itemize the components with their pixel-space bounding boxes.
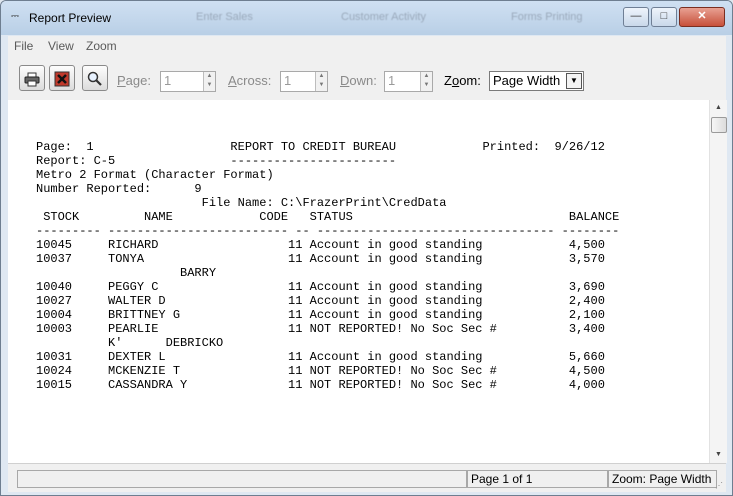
report-column-headers: STOCK NAME CODE STATUS BALANCE: [36, 210, 620, 224]
scroll-thumb[interactable]: [711, 117, 727, 133]
close-button[interactable]: ✕: [679, 7, 725, 27]
page-input[interactable]: 1: [164, 73, 171, 88]
report-row: 10024 MCKENZIE T 11 NOT REPORTED! No Soc…: [36, 364, 605, 378]
scroll-down-icon[interactable]: ▼: [710, 447, 727, 463]
report-row: 10040 PEGGY C 11 Account in good standin…: [36, 280, 605, 294]
report-row: 10037 TONYA 11 Account in good standing …: [36, 252, 605, 266]
background-window-title: Enter Sales: [196, 11, 253, 23]
across-spinner[interactable]: 1 ▲ ▼: [280, 71, 328, 92]
report-format-line: Metro 2 Format (Character Format): [36, 168, 274, 182]
status-panel-empty: [17, 470, 467, 488]
report-row: 10027 WALTER D 11 Account in good standi…: [36, 294, 605, 308]
report-row: 10045 RICHARD 11 Account in good standin…: [36, 238, 605, 252]
spinner-arrows-icon[interactable]: ▲ ▼: [420, 72, 432, 91]
app-icon: ⎓: [11, 11, 19, 22]
report-preview-window: ⎓ Report Preview Enter Sales Customer Ac…: [0, 0, 733, 496]
vertical-scrollbar[interactable]: ▲ ▼: [709, 100, 727, 463]
report-row: 10004 BRITTNEY G 11 Account in good stan…: [36, 308, 605, 322]
report-row: 10003 PEARLIE 11 NOT REPORTED! No Soc Se…: [36, 322, 605, 336]
report-separator: --------- ------------------------- -- -…: [36, 224, 620, 238]
report-page: Page: 1 REPORT TO CREDIT BUREAU Printed:…: [8, 100, 709, 463]
maximize-button[interactable]: □: [651, 7, 677, 27]
stop-button[interactable]: [49, 65, 75, 91]
report-row: 10031 DEXTER L 11 Account in good standi…: [36, 350, 605, 364]
toolbar: Page: 1 ▲ ▼ Across: 1 ▲ ▼ Down: 1 ▲ ▼ Zoom:…: [8, 56, 726, 101]
window-title: Report Preview: [29, 11, 112, 25]
down-label: Down:: [340, 73, 377, 88]
title-bar: ⎓ Report Preview Enter Sales Customer Ac…: [1, 1, 732, 35]
down-input[interactable]: 1: [388, 73, 395, 88]
report-count-line: Number Reported: 9: [36, 182, 202, 196]
across-label: Across:: [228, 73, 272, 88]
down-spinner[interactable]: 1 ▲ ▼: [384, 71, 433, 92]
stop-icon: [53, 70, 71, 87]
zoom-select-value: Page Width: [493, 73, 561, 88]
background-window-title: Customer Activity: [341, 11, 426, 23]
menu-zoom[interactable]: Zoom: [86, 39, 117, 53]
report-filename-line: File Name: C:\FrazerPrint\CredData: [36, 196, 447, 210]
report-row-continuation: BARRY: [36, 266, 217, 280]
report-row: 10015 CASSANDRA Y 11 NOT REPORTED! No So…: [36, 378, 605, 392]
minimize-button[interactable]: —: [623, 7, 649, 27]
report-id-line: Report: C-5 -----------------------: [36, 154, 397, 168]
resize-grip-icon[interactable]: ⋰: [715, 481, 725, 491]
printer-icon: [24, 70, 40, 87]
across-input[interactable]: 1: [284, 73, 291, 88]
status-bar: Page 1 of 1 Zoom: Page Width ⋰: [8, 463, 726, 492]
spinner-arrows-icon[interactable]: ▲ ▼: [203, 72, 215, 91]
zoom-select[interactable]: Page Width ▼: [489, 71, 584, 91]
report-row-continuation: K' DEBRICKO: [36, 336, 224, 350]
find-button[interactable]: [82, 65, 108, 91]
scroll-up-icon[interactable]: ▲: [710, 100, 727, 116]
page-label: Page:: [117, 73, 151, 88]
menu-view[interactable]: View: [48, 39, 74, 53]
report-header-line: Page: 1 REPORT TO CREDIT BUREAU Printed:…: [36, 140, 605, 154]
print-button[interactable]: [19, 65, 45, 91]
zoom-label: Zoom:: [444, 73, 481, 88]
report-text: Page: 1 REPORT TO CREDIT BUREAU Printed:…: [36, 140, 619, 392]
page-spinner[interactable]: 1 ▲ ▼: [160, 71, 216, 92]
magnifier-icon: [87, 70, 103, 86]
spinner-arrows-icon[interactable]: ▲ ▼: [315, 72, 327, 91]
background-window-title: Forms Printing: [511, 11, 583, 23]
menu-bar: File View Zoom: [8, 36, 726, 56]
status-zoom-info: Zoom: Page Width: [608, 470, 717, 488]
menu-file[interactable]: File: [14, 39, 33, 53]
status-page-info: Page 1 of 1: [467, 470, 608, 488]
chevron-down-icon[interactable]: ▼: [566, 73, 582, 89]
